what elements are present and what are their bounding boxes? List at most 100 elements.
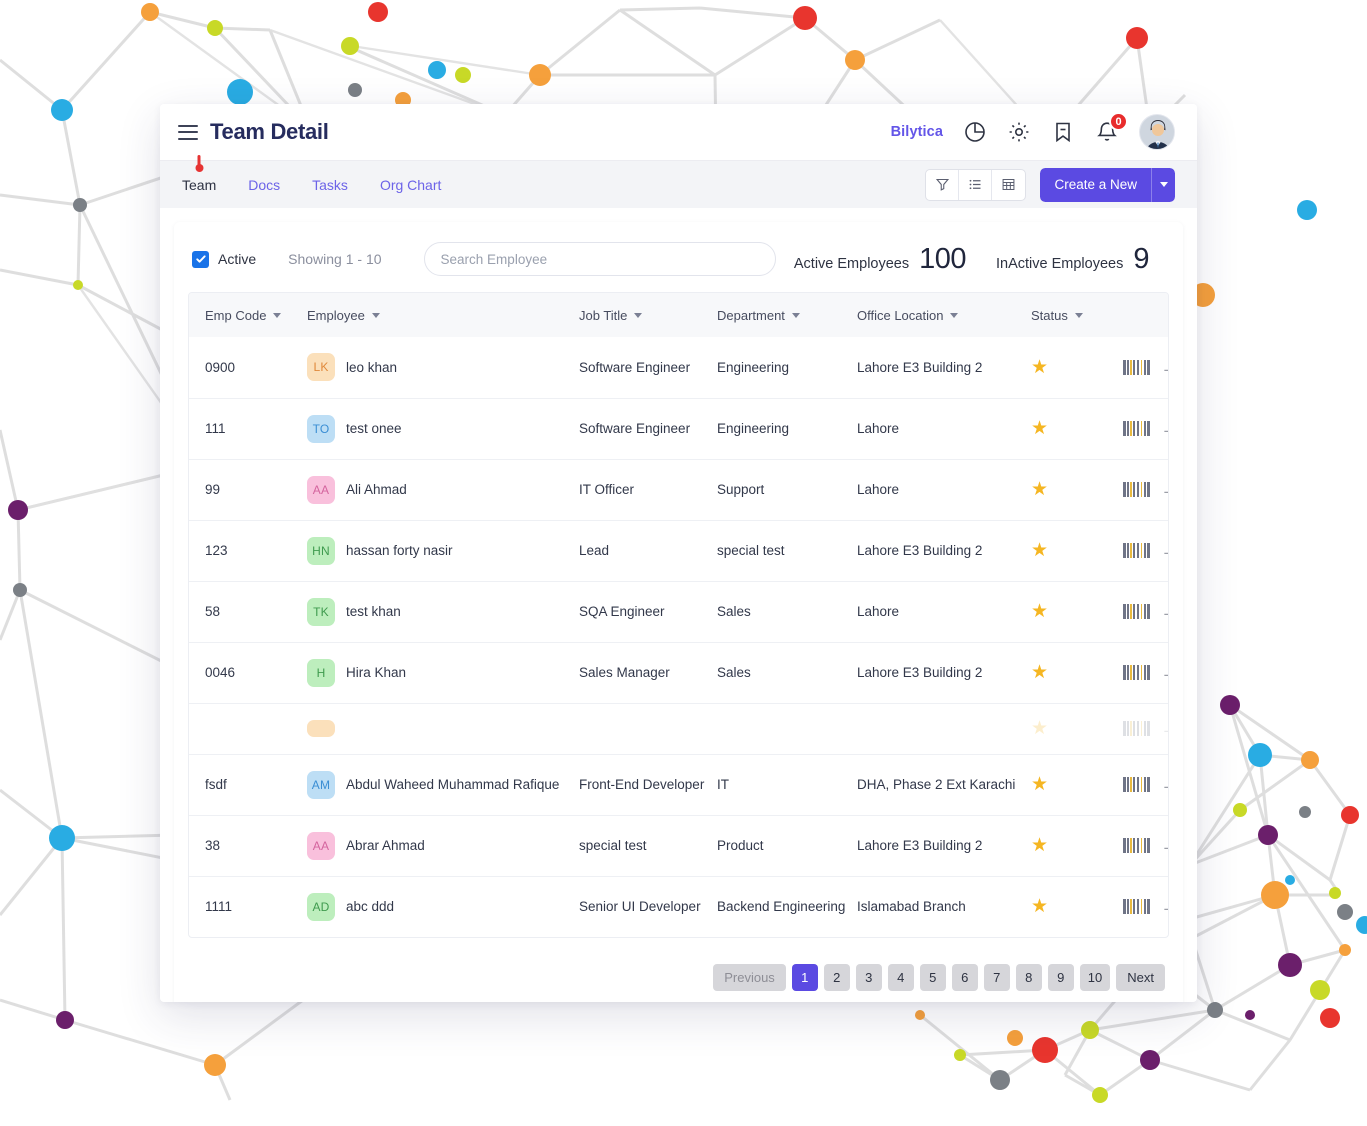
- cell-office-location: Islamabad Branch: [857, 875, 1031, 937]
- toolbar: Create a New: [925, 167, 1175, 202]
- pagination-page-2[interactable]: 2: [823, 964, 850, 991]
- table-row[interactable]: 0900 LK leo khan Software Engineer Engineeri…: [189, 337, 1168, 398]
- table-row[interactable]: fsdf AM Abdul Waheed Muhammad Rafique Front…: [189, 753, 1168, 815]
- column-header-status[interactable]: Status: [1031, 293, 1123, 337]
- list-view-icon[interactable]: [959, 169, 993, 200]
- cell-job-title: [579, 702, 717, 754]
- barcode-icon[interactable]: [1123, 838, 1150, 853]
- column-header-department[interactable]: Department: [717, 293, 857, 337]
- arrow-right-icon[interactable]: →: [1161, 359, 1168, 376]
- arrow-right-icon[interactable]: →: [1161, 837, 1168, 854]
- header-actions: Bilytica 0: [891, 112, 1175, 150]
- chevron-down-icon: [950, 312, 959, 318]
- avatar[interactable]: [1139, 114, 1175, 150]
- table-row[interactable]: ★→: [189, 702, 1168, 754]
- barcode-icon[interactable]: [1123, 665, 1150, 680]
- arrow-right-icon[interactable]: →: [1161, 542, 1168, 559]
- cell-employee: AA Abrar Ahmad: [307, 814, 579, 876]
- pagination-page-4[interactable]: 4: [887, 964, 914, 991]
- status-star-icon[interactable]: ★: [1031, 418, 1048, 439]
- column-header-job-title[interactable]: Job Title: [579, 293, 717, 337]
- chevron-down-icon: [634, 312, 643, 318]
- status-star-icon[interactable]: ★: [1031, 357, 1048, 378]
- status-star-icon[interactable]: ★: [1031, 479, 1048, 500]
- status-star-icon[interactable]: ★: [1031, 540, 1048, 561]
- pagination-page-5[interactable]: 5: [919, 964, 946, 991]
- arrow-right-icon[interactable]: →: [1161, 720, 1168, 737]
- pagination-page-6[interactable]: 6: [951, 964, 978, 991]
- brand-link[interactable]: Bilytica: [891, 124, 943, 140]
- barcode-icon[interactable]: [1123, 359, 1150, 375]
- table-row[interactable]: 123 HN hassan forty nasir Lead special test L…: [189, 519, 1168, 581]
- arrow-right-icon[interactable]: →: [1161, 664, 1168, 681]
- tab-docs[interactable]: Docs: [248, 177, 280, 193]
- barcode-icon[interactable]: [1123, 482, 1150, 497]
- pagination-next[interactable]: Next: [1116, 964, 1165, 991]
- column-header-emp-code[interactable]: Emp Code: [189, 293, 307, 337]
- employee-initials-avatar: AM: [307, 770, 335, 799]
- employee-name: leo khan: [346, 359, 398, 375]
- status-star-icon[interactable]: ★: [1031, 601, 1048, 622]
- arrow-right-icon[interactable]: →: [1161, 420, 1168, 437]
- arrow-right-icon[interactable]: →: [1161, 776, 1168, 793]
- pagination: Previous 1 2 3 4 5 6 7 8 9 10 Next: [174, 938, 1183, 991]
- cell-office-location: Lahore E3 Building 2: [857, 359, 983, 375]
- gear-icon[interactable]: [1007, 120, 1031, 144]
- tab-org-chart[interactable]: Org Chart: [380, 177, 441, 193]
- cell-employee: LK leo khan: [307, 337, 579, 398]
- active-employees-label: Active Employees: [793, 255, 910, 272]
- status-star-icon[interactable]: ★: [1031, 835, 1048, 856]
- grid-view-icon[interactable]: [992, 170, 1025, 200]
- funnel-icon[interactable]: [926, 169, 960, 200]
- status-star-icon[interactable]: ★: [1031, 662, 1048, 683]
- barcode-icon[interactable]: [1123, 604, 1150, 619]
- barcode-icon[interactable]: [1123, 777, 1150, 792]
- active-checkbox[interactable]: [192, 250, 209, 268]
- table-row[interactable]: 0046 H Hira Khan Sales Manager Sales Lahore E…: [189, 641, 1168, 703]
- column-header-employee[interactable]: Employee: [307, 293, 579, 337]
- employee-name: test khan: [346, 604, 401, 619]
- barcode-icon[interactable]: [1123, 721, 1150, 736]
- barcode-icon[interactable]: [1123, 421, 1150, 436]
- search-input[interactable]: [423, 242, 776, 276]
- column-header-office-location[interactable]: Office Location: [857, 293, 1031, 337]
- arrow-right-icon[interactable]: →: [1161, 481, 1168, 498]
- barcode-icon[interactable]: [1123, 543, 1150, 558]
- cell-actions: →: [1123, 702, 1168, 754]
- cell-job-title: Sales Manager: [579, 641, 717, 703]
- tab-tasks[interactable]: Tasks: [312, 177, 348, 193]
- pagination-previous[interactable]: Previous: [713, 964, 786, 991]
- cell-actions: →: [1123, 397, 1168, 459]
- hamburger-icon[interactable]: [178, 124, 198, 140]
- create-a-new-button[interactable]: Create a New: [1040, 167, 1151, 202]
- create-new-dropdown-toggle[interactable]: [1151, 167, 1175, 202]
- barcode-icon[interactable]: [1123, 899, 1150, 915]
- pagination-page-3[interactable]: 3: [855, 964, 882, 991]
- pagination-page-1[interactable]: 1: [791, 964, 818, 991]
- pie-chart-icon[interactable]: [963, 120, 987, 144]
- status-star-icon[interactable]: ★: [1031, 774, 1048, 795]
- bell-icon[interactable]: 0: [1095, 112, 1128, 144]
- tab-team[interactable]: Team: [182, 154, 216, 193]
- table-row[interactable]: 111 TO test onee Software Engineer Engineeri…: [189, 397, 1168, 459]
- pagination-page-9[interactable]: 9: [1047, 964, 1074, 991]
- cell-employee: [307, 702, 579, 754]
- status-star-icon[interactable]: ★: [1031, 718, 1048, 739]
- cell-emp-code: [189, 702, 307, 754]
- cell-employee: AD abc ddd: [307, 875, 579, 937]
- pagination-page-8[interactable]: 8: [1015, 964, 1042, 991]
- bookmark-icon[interactable]: [1051, 120, 1075, 144]
- pagination-page-7[interactable]: 7: [983, 964, 1010, 991]
- cell-office-location: Lahore: [857, 397, 1031, 459]
- table-row[interactable]: 58TK test khan SQA EngineerSalesLahore★ →: [189, 580, 1168, 642]
- table-row[interactable]: 38 AA Abrar Ahmad special test Product Lahore…: [189, 814, 1168, 876]
- pagination-page-10[interactable]: 10: [1079, 964, 1111, 991]
- status-star-icon[interactable]: ★: [1031, 896, 1048, 917]
- employee-initials-avatar: AA: [307, 831, 335, 860]
- table-row[interactable]: 1111 AD abc ddd Senior UI Developer Backend …: [189, 875, 1168, 937]
- employee-initials-avatar: TO: [307, 414, 335, 443]
- arrow-right-icon[interactable]: →: [1161, 603, 1168, 620]
- cell-department: special test: [717, 519, 857, 581]
- arrow-right-icon[interactable]: →: [1161, 898, 1168, 915]
- table-row[interactable]: 99AA Ali Ahmad IT OfficerSupportLahore★ →: [189, 458, 1168, 520]
